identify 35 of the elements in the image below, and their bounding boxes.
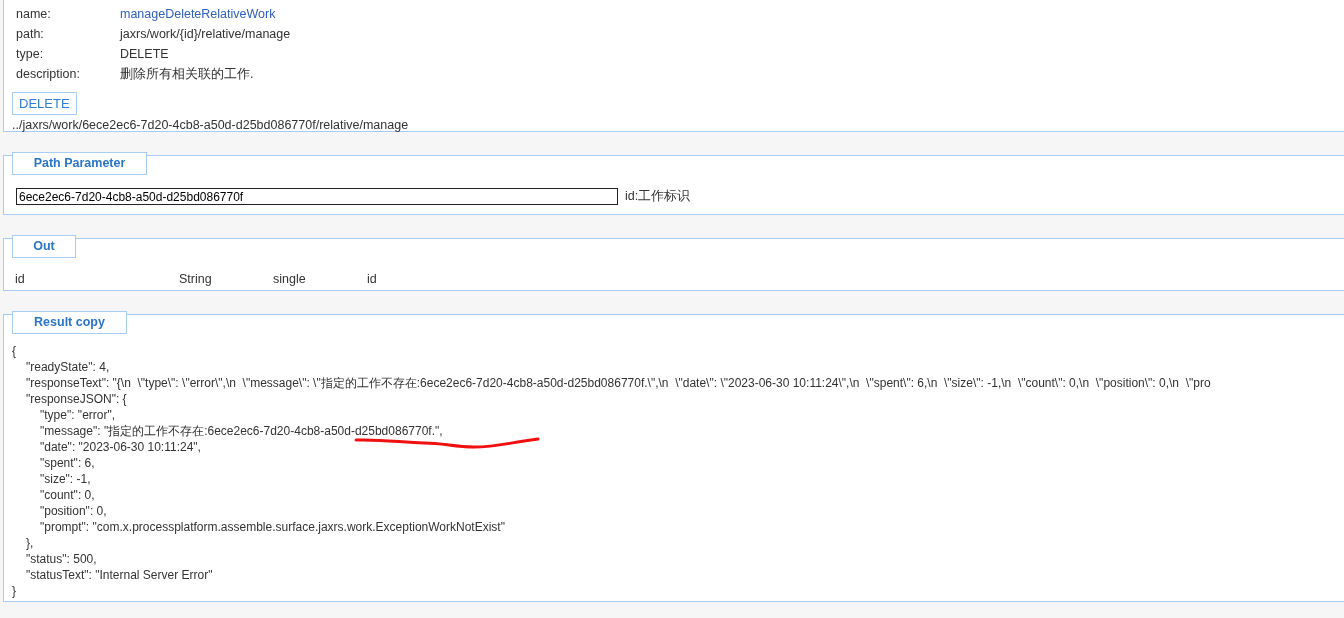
name-link[interactable]: manageDeleteRelativeWork: [120, 6, 291, 23]
table-cell-text: single: [273, 272, 307, 286]
code-line: "status": 500,: [26, 552, 97, 566]
code-line: "responseText": "{\n \"type\": \"error\",\n \"message\": \"指定的工作不存在:6ece2ec6-7d20-4cb8-a50d-d25bd086770f.\",\n \"date\": \"2023-06-30 10:11:24\",\n \"spent\": 6,\n \"size\": -1,\n \"count\": 0,\n \"position\": 0,\n \"pro: [26, 376, 1211, 390]
request-url: ../jaxrs/work/6ece2ec6-7d20-4cb8-a50d-d25bd086770f/relative/manage: [12, 117, 410, 133]
parameter-description: id:工作标识: [625, 188, 691, 205]
code-line: "prompt": "com.x.processplatform.assemble.surface.jaxrs.work.ExceptionWorkNotExist": [40, 520, 505, 534]
code-line: }: [12, 584, 16, 598]
code-line: "message": "指定的工作不存在:6ece2ec6-7d20-4cb8-a50d-d25bd086770f.",: [40, 424, 443, 438]
field-value: 删除所有相关联的工作.: [120, 66, 255, 83]
code-line: "size": -1,: [40, 472, 91, 486]
code-line: },: [26, 536, 34, 550]
code-line: "type": "error",: [40, 408, 116, 422]
field-value: jaxrs/work/{id}/relative/manage: [120, 26, 291, 43]
field-value: DELETE: [120, 46, 170, 63]
code-line: "date": "2023-06-30 10:11:24",: [40, 440, 201, 454]
delete-button[interactable]: DELETE: [12, 92, 77, 115]
field-label: type:: [16, 46, 45, 63]
field-label: name:: [16, 6, 52, 23]
id-input-field[interactable]: 6ece2ec6-7d20-4cb8-a50d-d25bd086770f: [16, 188, 618, 205]
code-line: "position": 0,: [40, 504, 107, 518]
code-line: "responseJSON": {: [26, 392, 127, 406]
table-cell-text: String: [179, 272, 213, 286]
section-legend: Path Parameter: [12, 152, 147, 175]
code-line: "readyState": 4,: [26, 360, 110, 374]
table-cell-text: id: [15, 272, 26, 286]
field-label: path:: [16, 26, 45, 43]
code-line: "spent": 6,: [40, 456, 95, 470]
code-line: {: [12, 344, 16, 358]
section-legend: Result copy: [12, 311, 127, 334]
table-cell-text: id: [367, 272, 378, 286]
code-line: "count": 0,: [40, 488, 95, 502]
code-line: "statusText": "Internal Server Error": [26, 568, 213, 582]
section-legend: Out: [12, 235, 76, 258]
field-label: description:: [16, 66, 81, 83]
